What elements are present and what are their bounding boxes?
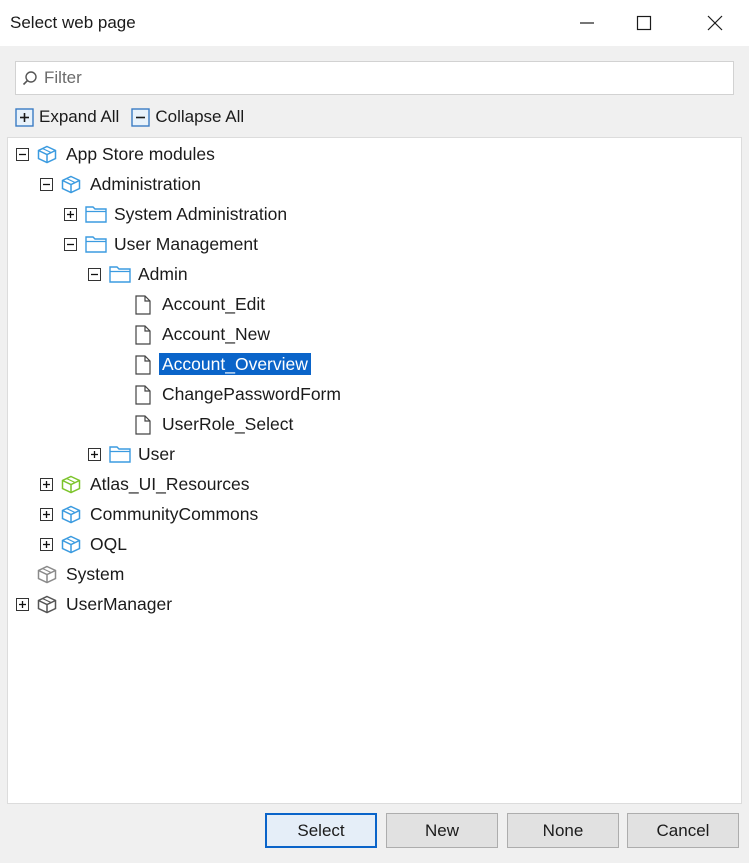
collapse-toggle-icon[interactable] (88, 268, 101, 281)
expand-all-button[interactable]: Expand All (15, 107, 119, 127)
filter-input[interactable] (44, 62, 724, 94)
select-button[interactable]: Select (265, 813, 377, 848)
module-icon (61, 175, 81, 194)
page-icon (135, 355, 151, 375)
module-icon (61, 475, 81, 494)
close-button[interactable] (686, 0, 744, 46)
tree-node-label: User Management (114, 234, 258, 254)
expand-toggle-icon[interactable] (40, 538, 53, 551)
collapse-toggle-icon[interactable] (40, 178, 53, 191)
expand-toggle-icon[interactable] (40, 508, 53, 521)
expand-toggle-icon[interactable] (88, 448, 101, 461)
tree-node-user[interactable]: User (8, 439, 741, 469)
tree-node-label: ChangePasswordForm (162, 384, 341, 404)
folder-icon (109, 446, 131, 463)
folder-icon (85, 206, 107, 223)
expand-all-label: Expand All (39, 107, 120, 126)
close-icon (707, 15, 723, 31)
tree-node-administration[interactable]: Administration (8, 169, 741, 199)
module-icon (37, 595, 57, 614)
tree-toolbar: Expand All Collapse All (15, 104, 256, 130)
tree-node-app-store-modules[interactable]: App Store modules (8, 139, 741, 169)
maximize-button[interactable] (615, 0, 673, 46)
module-icon (61, 535, 81, 554)
page-icon (135, 385, 151, 405)
tree-node-system[interactable]: System (8, 559, 741, 589)
maximize-icon (636, 15, 652, 31)
minimize-button[interactable] (558, 0, 616, 46)
tree-node-label: CommunityCommons (90, 504, 259, 524)
page-tree[interactable]: App Store modules Administration System … (7, 137, 742, 804)
tree-node-label: Atlas_UI_Resources (90, 474, 250, 494)
page-icon (135, 415, 151, 435)
tree-node-user-manager[interactable]: UserManager (8, 589, 741, 619)
folder-icon (85, 236, 107, 253)
collapse-all-button[interactable]: Collapse All (131, 107, 244, 127)
tree-node-label: User (138, 444, 175, 464)
tree-node-label: Admin (138, 264, 188, 284)
module-icon (37, 145, 57, 164)
tree-node-account-new[interactable]: Account_New (8, 319, 741, 349)
expand-toggle-icon[interactable] (64, 208, 77, 221)
page-icon (135, 295, 151, 315)
tree-node-atlas-ui-resources[interactable]: Atlas_UI_Resources (8, 469, 741, 499)
tree-node-system-administration[interactable]: System Administration (8, 199, 741, 229)
new-button[interactable]: New (386, 813, 498, 848)
tree-node-label: OQL (90, 534, 127, 554)
module-icon (37, 565, 57, 584)
tree-node-label: Account_Edit (162, 294, 266, 314)
expand-toggle-icon[interactable] (40, 478, 53, 491)
folder-icon (109, 266, 131, 283)
expand-all-icon (15, 107, 34, 127)
tree-node-userrole-select[interactable]: UserRole_Select (8, 409, 741, 439)
tree-node-account-overview[interactable]: Account_Overview (8, 349, 741, 379)
minimize-icon (580, 22, 594, 24)
tree-node-change-password-form[interactable]: ChangePasswordForm (8, 379, 741, 409)
tree-node-label: Account_New (162, 324, 270, 344)
tree-node-label-selected: Account_Overview (159, 353, 311, 375)
collapse-toggle-icon[interactable] (64, 238, 77, 251)
tree-node-label: UserRole_Select (162, 414, 294, 434)
collapse-all-icon (131, 107, 151, 127)
collapse-toggle-icon[interactable] (16, 148, 29, 161)
expand-toggle-icon[interactable] (16, 598, 29, 611)
collapse-all-label: Collapse All (155, 107, 245, 126)
tree-node-oql[interactable]: OQL (8, 529, 741, 559)
tree-node-account-edit[interactable]: Account_Edit (8, 289, 741, 319)
module-icon (61, 505, 81, 524)
tree-node-label: Administration (90, 174, 201, 194)
tree-node-label: UserManager (66, 594, 173, 614)
tree-node-admin[interactable]: Admin (8, 259, 741, 289)
cancel-button[interactable]: Cancel (627, 813, 739, 848)
tree-node-label: App Store modules (66, 144, 215, 164)
filter-box[interactable] (15, 61, 734, 95)
tree-node-label: System Administration (114, 204, 288, 224)
search-icon (22, 71, 37, 86)
title-bar: Select web page (0, 0, 749, 46)
page-icon (135, 325, 151, 345)
none-button[interactable]: None (507, 813, 619, 848)
tree-node-community-commons[interactable]: CommunityCommons (8, 499, 741, 529)
tree-node-label: System (66, 564, 125, 584)
window-title: Select web page (10, 13, 136, 32)
tree-node-user-management[interactable]: User Management (8, 229, 741, 259)
